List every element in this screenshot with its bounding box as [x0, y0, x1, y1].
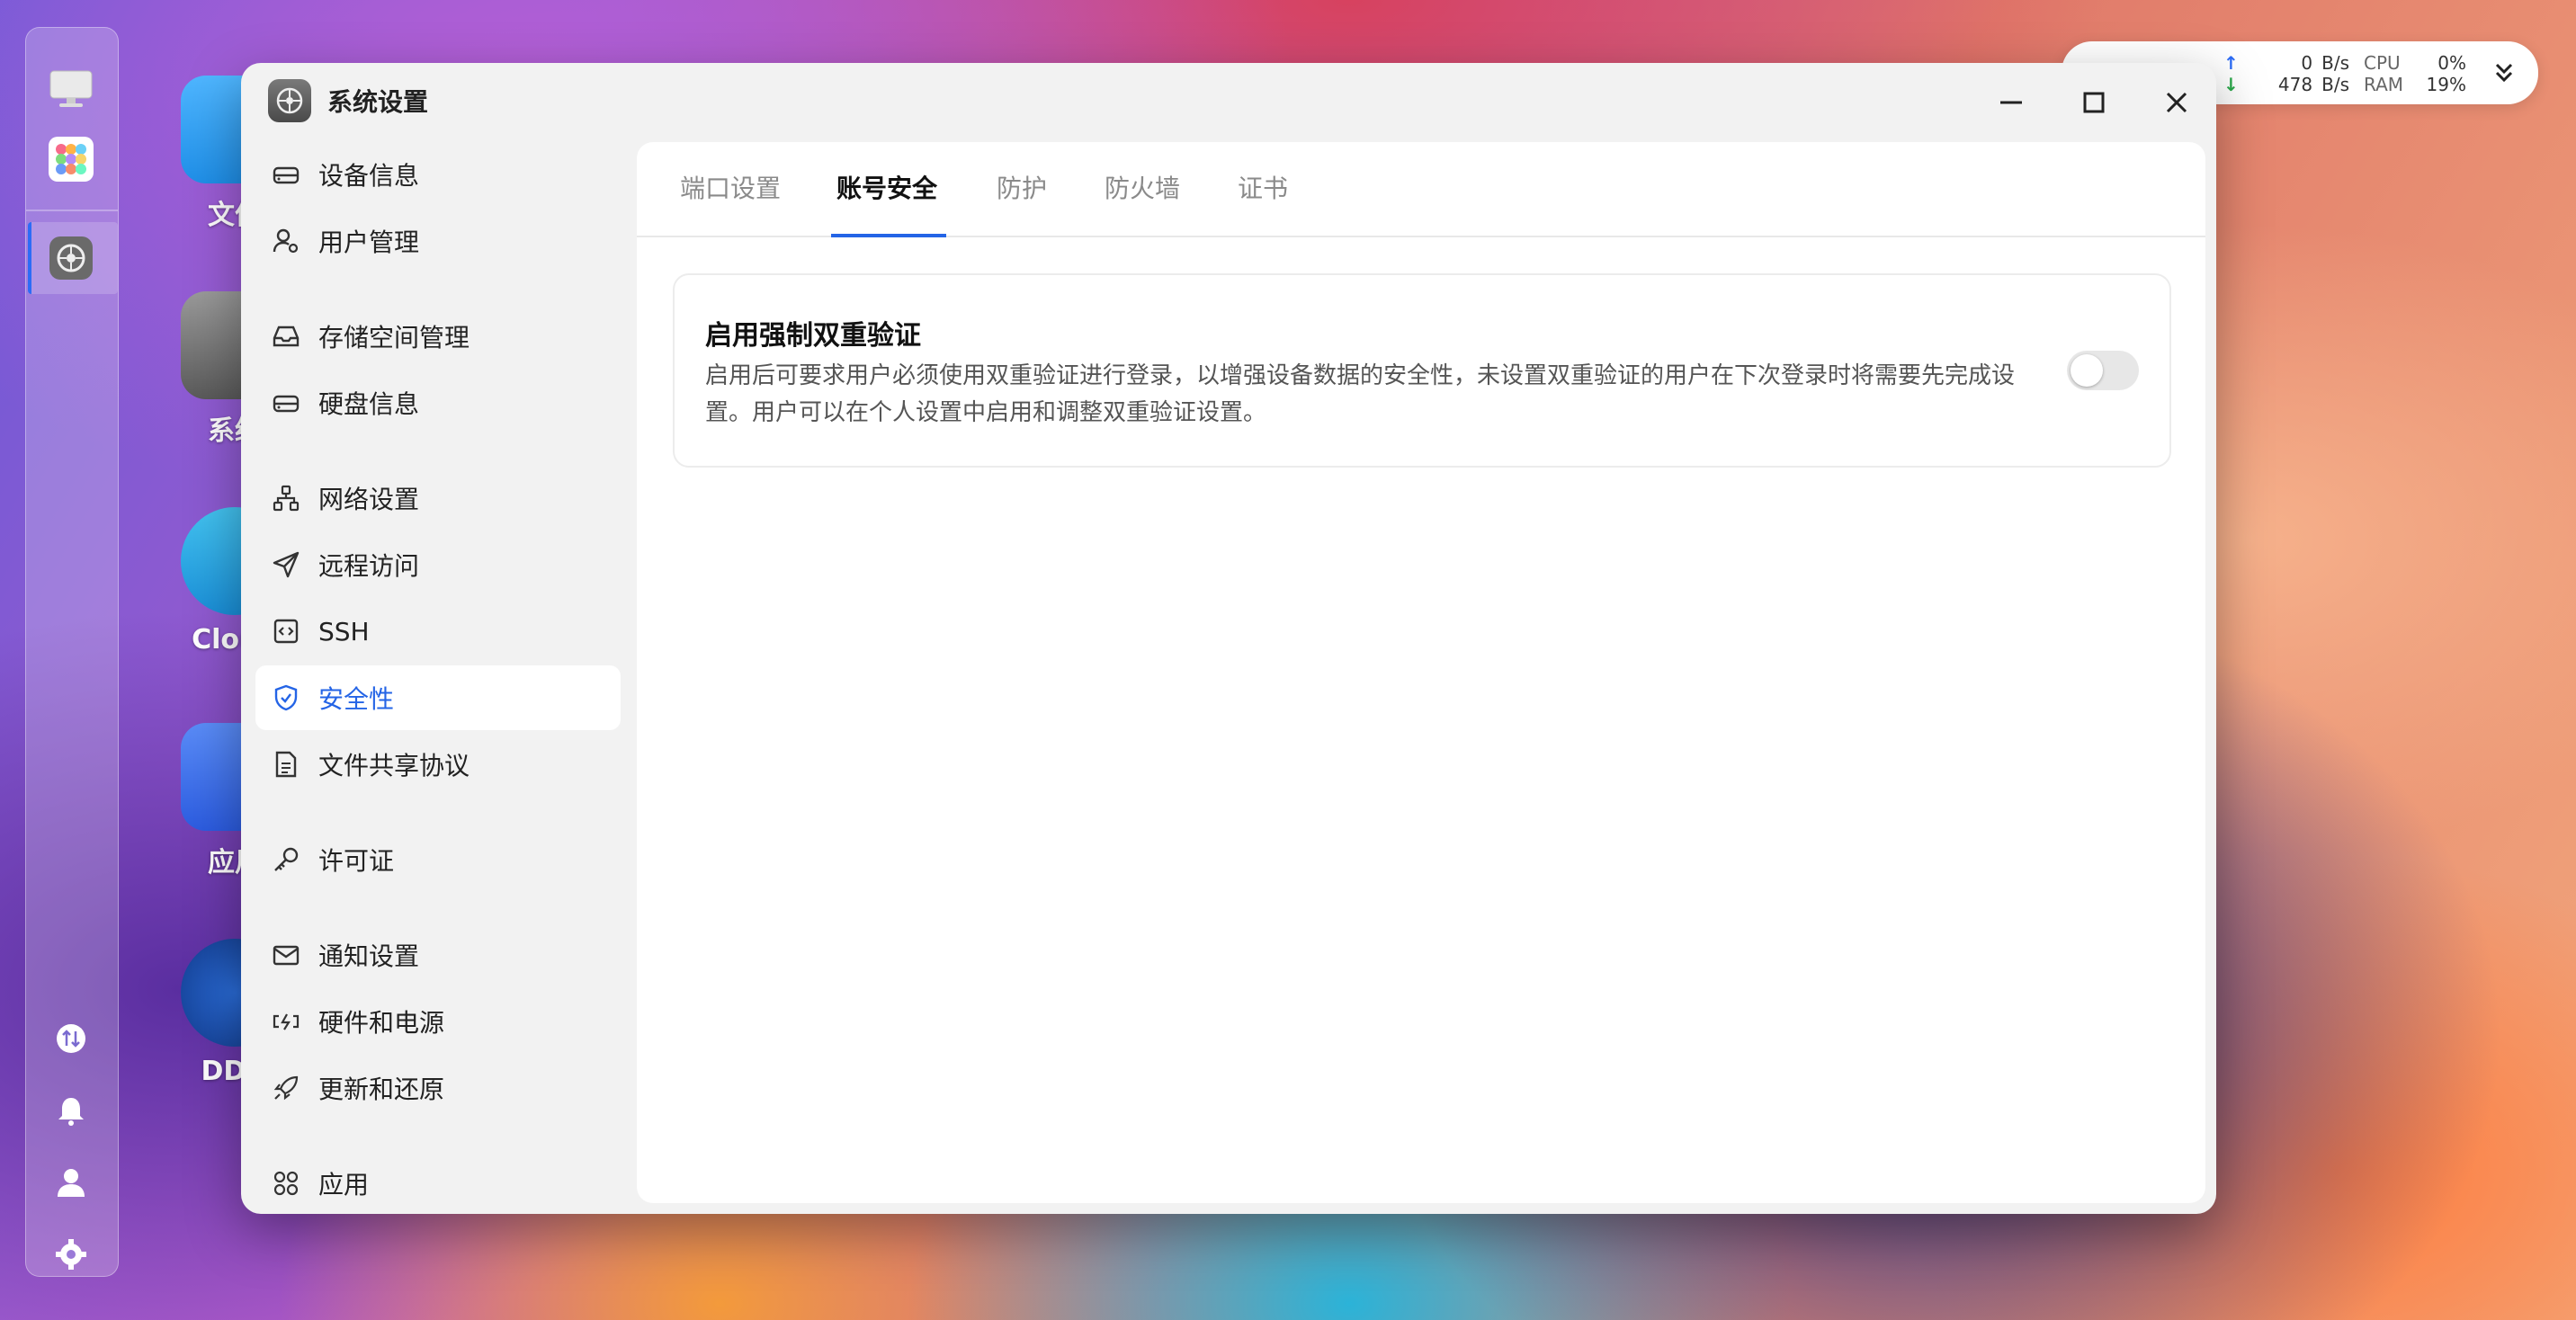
- mail-icon: [270, 939, 302, 971]
- tab-port-settings[interactable]: 端口设置: [680, 142, 781, 236]
- rocket-icon: [270, 1072, 302, 1104]
- sidebar-item-label: 存储空间管理: [318, 323, 470, 352]
- sidebar-item-storage[interactable]: 存储空间管理: [255, 304, 621, 369]
- shield-icon: [270, 682, 302, 714]
- sidebar-item-label: 网络设置: [318, 485, 420, 514]
- chevron-double-down-icon[interactable]: [2491, 59, 2517, 91]
- download-unit: B/s: [2321, 74, 2349, 95]
- sidebar-item-apps[interactable]: 应用: [255, 1151, 621, 1214]
- key-icon: [270, 843, 302, 876]
- transfer-icon[interactable]: [46, 1013, 96, 1064]
- tab-account-security[interactable]: 账号安全: [836, 142, 937, 236]
- drive-icon: [270, 158, 302, 191]
- apps-icon: [270, 1167, 302, 1200]
- sidebar-item-label: 硬件和电源: [318, 1008, 445, 1038]
- sidebar-item-user-management[interactable]: 用户管理: [255, 209, 621, 273]
- settings-sidebar: 设备信息 用户管理 存储空间管理 硬盘信息 网络设置 远程访问 SSH 安全性: [241, 142, 628, 1214]
- dock-divider: [26, 210, 118, 211]
- tab-protection[interactable]: 防护: [997, 142, 1047, 236]
- cpu-label: CPU: [2364, 52, 2401, 74]
- cpu-value: 0%: [2437, 52, 2466, 74]
- settings-content: 端口设置 账号安全 防护 防火墙 证书 启用强制双重验证 启用后可要求用户必须使…: [637, 142, 2205, 1203]
- inbox-icon: [270, 320, 302, 352]
- close-icon: [2166, 92, 2187, 113]
- user-gear-icon: [270, 225, 302, 257]
- sidebar-item-device-info[interactable]: 设备信息: [255, 142, 621, 207]
- sidebar-item-file-sharing[interactable]: 文件共享协议: [255, 732, 621, 797]
- sidebar-item-license[interactable]: 许可证: [255, 827, 621, 892]
- sidebar-item-notifications[interactable]: 通知设置: [255, 923, 621, 987]
- gear-icon[interactable]: [46, 1229, 96, 1280]
- ram-value: 19%: [2426, 74, 2466, 95]
- sidebar-item-label: 通知设置: [318, 941, 420, 971]
- monitor-icon[interactable]: [46, 64, 96, 114]
- file-icon: [270, 748, 302, 780]
- sidebar-item-disk-info[interactable]: 硬盘信息: [255, 370, 621, 435]
- upload-speed: 0: [2301, 52, 2313, 74]
- sidebar-item-label: 设备信息: [318, 161, 420, 191]
- two-factor-toggle[interactable]: [2067, 351, 2139, 390]
- app-center-icon[interactable]: [46, 134, 96, 184]
- sidebar-item-ssh[interactable]: SSH: [255, 599, 621, 664]
- sidebar-item-label: 远程访问: [318, 551, 420, 581]
- sidebar-item-label: 更新和还原: [318, 1075, 445, 1104]
- bell-icon[interactable]: [46, 1085, 96, 1136]
- tab-certificate[interactable]: 证书: [1238, 142, 1288, 236]
- maximize-button[interactable]: [2072, 81, 2115, 124]
- sidebar-item-network[interactable]: 网络设置: [255, 466, 621, 531]
- sidebar-item-label: SSH: [318, 616, 370, 647]
- sidebar-item-remote-access[interactable]: 远程访问: [255, 532, 621, 597]
- code-icon: [270, 615, 302, 647]
- minimize-icon: [2000, 101, 2022, 104]
- battery-icon: [270, 1005, 302, 1038]
- sidebar-item-label: 用户管理: [318, 227, 420, 257]
- network-icon: [270, 482, 302, 514]
- download-speed: 478: [2277, 74, 2313, 95]
- upload-unit: B/s: [2321, 52, 2349, 74]
- user-icon[interactable]: [46, 1157, 96, 1208]
- drive-icon: [270, 387, 302, 419]
- sidebar-item-security[interactable]: 安全性: [255, 665, 621, 730]
- sidebar-item-label: 硬盘信息: [318, 389, 420, 419]
- card-description: 启用后可要求用户必须使用双重验证进行登录，以增强设备数据的安全性，未设置双重验证…: [705, 362, 2016, 426]
- active-tab-underline: [831, 234, 946, 237]
- sidebar-item-label: 安全性: [318, 684, 395, 714]
- upload-arrow-icon: ↑: [2223, 52, 2239, 74]
- send-icon: [270, 549, 302, 581]
- sidebar-item-hardware-power[interactable]: 硬件和电源: [255, 989, 621, 1054]
- card-title: 启用强制双重验证: [705, 320, 921, 352]
- ram-label: RAM: [2364, 74, 2404, 95]
- settings-app-icon[interactable]: [46, 233, 96, 283]
- toggle-knob: [2071, 354, 2103, 387]
- window-titlebar[interactable]: 系统设置: [241, 63, 2216, 142]
- window-title: 系统设置: [327, 87, 429, 117]
- two-factor-card: 启用强制双重验证 启用后可要求用户必须使用双重验证进行登录，以增强设备数据的安全…: [673, 273, 2171, 468]
- tab-bar: 端口设置 账号安全 防护 防火墙 证书: [637, 142, 2205, 237]
- maximize-icon: [2083, 92, 2105, 113]
- settings-app-icon: [268, 79, 311, 122]
- settings-window: 系统设置 设备信息 用户管理 存储空间管理 硬盘信息 网络设置 远程访问 SSH…: [241, 63, 2216, 1214]
- download-arrow-icon: ↓: [2223, 74, 2239, 95]
- minimize-button[interactable]: [1990, 81, 2033, 124]
- tab-firewall[interactable]: 防火墙: [1105, 142, 1180, 236]
- sidebar-item-label: 许可证: [318, 846, 395, 876]
- dock: [25, 27, 119, 1277]
- sidebar-item-label: 文件共享协议: [318, 751, 470, 780]
- close-button[interactable]: [2155, 81, 2198, 124]
- sidebar-item-update-restore[interactable]: 更新和还原: [255, 1056, 621, 1120]
- sidebar-item-label: 应用: [318, 1170, 370, 1200]
